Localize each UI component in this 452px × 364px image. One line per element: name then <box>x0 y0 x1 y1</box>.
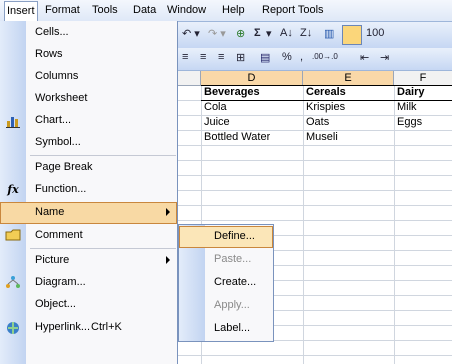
name-submenu: Define... Paste... Create... Apply... La… <box>178 224 274 342</box>
cell[interactable]: Bottled Water <box>204 131 270 143</box>
menu-item-page-break[interactable]: Page Break <box>0 157 177 179</box>
menu-bar: Insert Format Tools Data Window Help Rep… <box>0 0 452 22</box>
cell[interactable]: Krispies <box>306 101 345 113</box>
cell[interactable]: Juice <box>204 116 230 128</box>
formatting-toolbar: ≡ ≡ ≡ ⊞ ▤ % , .00→.0 ⇤ ⇥ <box>178 48 452 71</box>
sort-descending-button[interactable]: Z↓ <box>300 27 312 39</box>
menu-item-function[interactable]: fx Function... <box>0 179 177 201</box>
percent-button[interactable]: % <box>282 51 292 63</box>
column-header-d[interactable]: D <box>201 71 303 86</box>
submenu-item-apply[interactable]: Apply... <box>179 295 273 317</box>
submenu-arrow-icon <box>166 256 170 264</box>
comment-icon <box>5 228 21 244</box>
hyperlink-toolbar-icon[interactable]: ⊕ <box>236 27 245 40</box>
undo-icon[interactable]: ↶ ▾ <box>182 27 200 40</box>
menu-item-name[interactable]: Name <box>0 202 177 224</box>
comma-button[interactable]: , <box>300 51 303 63</box>
menu-item-comment[interactable]: Comment <box>0 225 177 247</box>
hyperlink-icon <box>5 320 21 336</box>
insert-menu: Cells... Rows Columns Worksheet Chart...… <box>0 21 178 364</box>
decrease-indent-icon[interactable]: ⇤ <box>360 51 369 64</box>
menu-data[interactable]: Data <box>133 4 156 16</box>
merge-center-icon[interactable]: ⊞ <box>236 51 245 64</box>
menu-item-object[interactable]: Object... <box>0 294 177 316</box>
currency-icon[interactable]: ▤ <box>260 51 270 64</box>
menu-separator <box>30 248 176 249</box>
increase-indent-icon[interactable]: ⇥ <box>380 51 389 64</box>
menu-item-diagram[interactable]: Diagram... <box>0 272 177 294</box>
shortcut-label: Ctrl+K <box>91 321 122 333</box>
diagram-icon <box>5 275 21 291</box>
menu-format[interactable]: Format <box>45 4 80 16</box>
autosum-button[interactable]: Σ <box>254 27 261 39</box>
standard-toolbar: ↶ ▾ ↷ ▾ ⊕ Σ ▾ A↓ Z↓ ▥ 100 <box>178 22 452 49</box>
submenu-item-create[interactable]: Create... <box>179 272 273 294</box>
drawing-toggle-button[interactable] <box>342 25 362 45</box>
submenu-arrow-icon <box>166 208 170 216</box>
column-header-f[interactable]: F <box>394 71 452 86</box>
chart-icon <box>5 113 21 129</box>
cell[interactable]: Cola <box>204 101 227 113</box>
cell[interactable]: Museli <box>306 131 338 143</box>
menu-item-rows[interactable]: Rows <box>0 44 177 66</box>
function-icon: fx <box>7 183 19 196</box>
menu-tools[interactable]: Tools <box>92 4 118 16</box>
cell-header-cereals[interactable]: Cereals <box>306 86 346 98</box>
menu-item-symbol[interactable]: Symbol... <box>0 132 177 154</box>
submenu-item-define[interactable]: Define... <box>179 226 273 248</box>
menu-item-picture[interactable]: Picture <box>0 250 177 272</box>
menu-item-worksheet[interactable]: Worksheet <box>0 88 177 110</box>
increase-decimal-button[interactable]: .00→.0 <box>312 52 338 61</box>
menu-item-chart[interactable]: Chart... <box>0 110 177 132</box>
menu-help[interactable]: Help <box>222 4 245 16</box>
zoom-box[interactable]: 100 <box>366 27 384 39</box>
sort-ascending-button[interactable]: A↓ <box>280 27 293 39</box>
redo-icon[interactable]: ↷ ▾ <box>208 27 226 40</box>
chart-wizard-icon[interactable]: ▥ <box>324 27 334 40</box>
menu-item-cells[interactable]: Cells... <box>0 22 177 44</box>
align-left-icon[interactable]: ≡ <box>182 51 188 63</box>
menu-window[interactable]: Window <box>167 4 206 16</box>
menu-insert[interactable]: Insert <box>4 1 38 21</box>
align-right-icon[interactable]: ≡ <box>218 51 224 63</box>
cell[interactable]: Eggs <box>397 116 422 128</box>
cell-header-dairy[interactable]: Dairy <box>397 86 425 98</box>
cell-header-beverages[interactable]: Beverages <box>204 86 260 98</box>
column-header-e[interactable]: E <box>303 71 394 86</box>
cell[interactable]: Milk <box>397 101 417 113</box>
column-header-c[interactable] <box>178 71 201 86</box>
submenu-item-label[interactable]: Label... <box>179 318 273 340</box>
menu-item-hyperlink[interactable]: Hyperlink... Ctrl+K <box>0 317 177 339</box>
align-center-icon[interactable]: ≡ <box>200 51 206 63</box>
menu-separator <box>30 155 176 156</box>
submenu-item-paste[interactable]: Paste... <box>179 249 273 271</box>
cell[interactable]: Oats <box>306 116 329 128</box>
menu-item-columns[interactable]: Columns <box>0 66 177 88</box>
menu-report-tools[interactable]: Report Tools <box>262 4 324 16</box>
